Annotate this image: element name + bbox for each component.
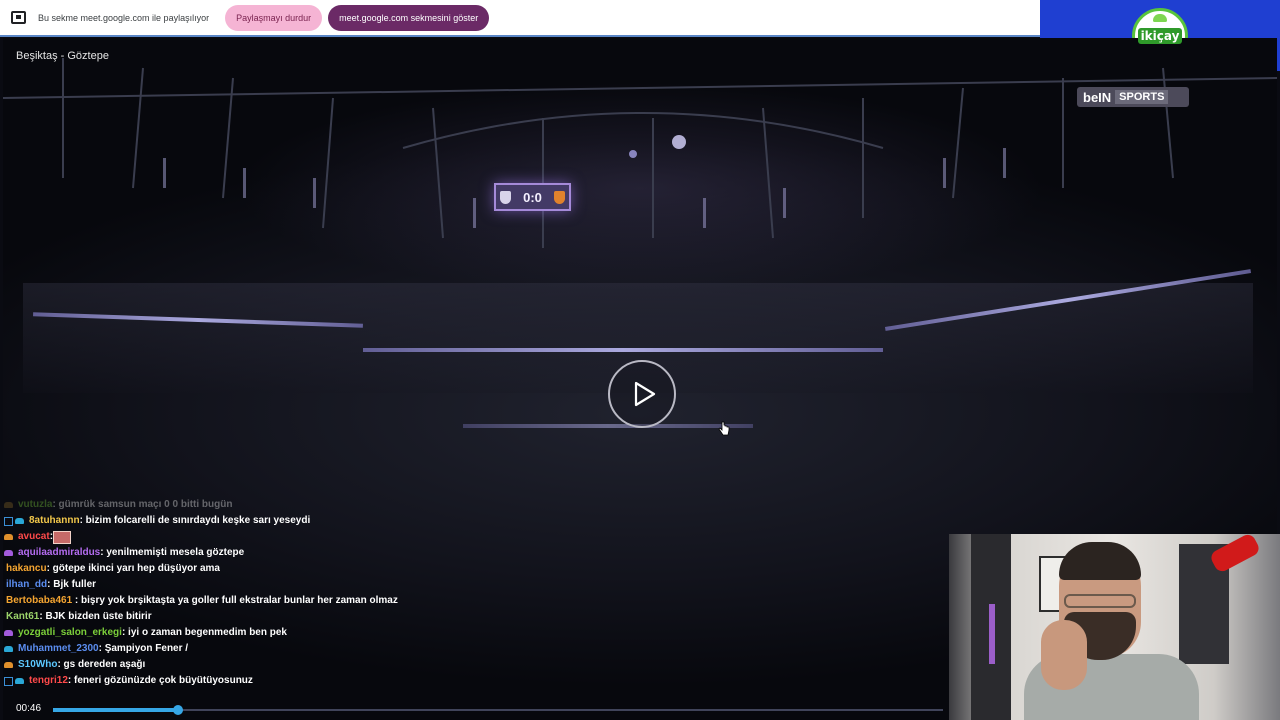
chat-message: ilhan_dd : Bjk fuller (0, 577, 460, 593)
chat-badge-icon (4, 502, 13, 508)
chat-message: aquilaadmiraldus : yenilmemişti mesela g… (0, 545, 460, 561)
progress-fill (53, 708, 178, 712)
chat-username: Bertobaba461 (6, 595, 73, 606)
chat-message: hakancu : götepe ikinci yarı hep düşüyor… (0, 561, 460, 577)
chat-text: : gs dereden aşağı (57, 659, 146, 670)
logo-text: ikiçay (1137, 27, 1183, 44)
sharing-message: Bu sekme meet.google.com ile paylaşılıyo… (38, 12, 210, 23)
hand-cursor-icon (718, 421, 730, 436)
stop-sharing-button[interactable]: Paylaşmayı durdur (225, 4, 323, 31)
led-board-lower (463, 424, 753, 428)
chat-username: ilhan_dd (6, 579, 48, 590)
chat-text: : feneri gözünüzde çok büyütüyosunuz (67, 675, 253, 686)
broadcaster-logo-sports: SPORTS (1115, 90, 1169, 104)
subscriber-badge-icon (4, 516, 13, 526)
microphone-icon (1208, 534, 1262, 574)
webcam-led-light (989, 604, 995, 664)
chat-badge-icon (4, 646, 13, 652)
chat-text: : bizim folcarelli de sınırdaydı keşke s… (79, 515, 311, 526)
chat-badge-icon (4, 550, 13, 556)
stadium-roof-graphic (3, 58, 1277, 248)
chat-username: vutuzla (18, 499, 53, 510)
chat-username: Muhammet_2300 (18, 643, 99, 654)
chat-message: Muhammet_2300 : Şampiyon Fener / (0, 641, 460, 657)
chat-emote-icon (53, 530, 72, 544)
stadium-scoreboard: 0:0 (494, 183, 571, 211)
chat-text: : Bjk fuller (47, 579, 97, 590)
chat-badge-icon (15, 678, 24, 684)
chat-message: Kant61 : BJK bizden üste bitirir (0, 609, 460, 625)
chat-username: 8atuhannn (29, 515, 80, 526)
chat-text: : Şampiyon Fener / (98, 643, 189, 654)
subscriber-badge-icon (4, 676, 13, 686)
chat-message: S10Who : gs dereden aşağı (0, 657, 460, 673)
chat-text: : bişry yok brşiktaşta ya goller full ek… (72, 595, 398, 606)
chat-message: Bertobaba461 : bişry yok brşiktaşta ya g… (0, 593, 460, 609)
show-meet-tab-button[interactable]: meet.google.com sekmesini göster (328, 4, 490, 31)
tab-sharing-bar: Bu sekme meet.google.com ile paylaşılıyo… (0, 0, 1040, 37)
chat-text: : iyi o zaman begenmedim ben pek (121, 627, 287, 638)
video-title: Beşiktaş - Göztepe (16, 50, 109, 62)
chat-badge-icon (4, 662, 13, 668)
progress-track[interactable] (53, 709, 943, 711)
video-progress-bar[interactable]: 00:46 (0, 700, 949, 720)
chat-badge-icon (4, 534, 13, 540)
chat-message: yozgatli_salon_erkegi : iyi o zaman bege… (0, 625, 460, 641)
elapsed-time: 00:46 (16, 703, 42, 714)
scoreboard-score: 0:0 (523, 189, 542, 205)
chat-badge-icon (4, 630, 13, 636)
streamer-webcam (949, 534, 1280, 720)
chat-message: 8atuhannn : bizim folcarelli de sınırday… (0, 513, 460, 529)
chat-overlay: vutuzla : gümrük samsun maçı 0 0 bitti b… (0, 497, 460, 689)
chat-message: avucat : (0, 529, 460, 545)
chat-username: aquilaadmiraldus (18, 547, 101, 558)
chat-username: hakancu (6, 563, 47, 574)
led-board-middle (363, 348, 883, 352)
chat-text: : yenilmemişti mesela göztepe (100, 547, 245, 558)
screen-share-icon (11, 11, 26, 24)
chat-badge-icon (15, 518, 24, 524)
chat-message: tengri12 : feneri gözünüzde çok büyütüyo… (0, 673, 460, 689)
chat-username: Kant61 (6, 611, 40, 622)
chat-text: : BJK bizden üste bitirir (39, 611, 152, 622)
broadcaster-logo: beIN SPORTS (1077, 87, 1189, 107)
chat-username: tengri12 (29, 675, 68, 686)
play-icon (634, 381, 655, 407)
progress-knob[interactable] (172, 705, 183, 715)
play-button[interactable] (608, 360, 676, 428)
home-crest-icon (500, 190, 511, 204)
logo-leaf-icon (1153, 13, 1167, 22)
streamer-hair (1059, 542, 1141, 580)
chat-username: yozgatli_salon_erkegi (18, 627, 122, 638)
chat-message: vutuzla : gümrük samsun maçı 0 0 bitti b… (0, 497, 460, 513)
streamer-hand (1041, 620, 1087, 690)
chat-username: S10Who (18, 659, 58, 670)
chat-text: : gümrük samsun maçı 0 0 bitti bugün (52, 499, 233, 510)
chat-username: avucat (18, 531, 50, 542)
streamer-glasses (1064, 594, 1136, 608)
broadcaster-logo-text: beIN (1083, 89, 1112, 105)
away-crest-icon (553, 190, 565, 204)
chat-text: : götepe ikinci yarı hep düşüyor ama (46, 563, 220, 574)
